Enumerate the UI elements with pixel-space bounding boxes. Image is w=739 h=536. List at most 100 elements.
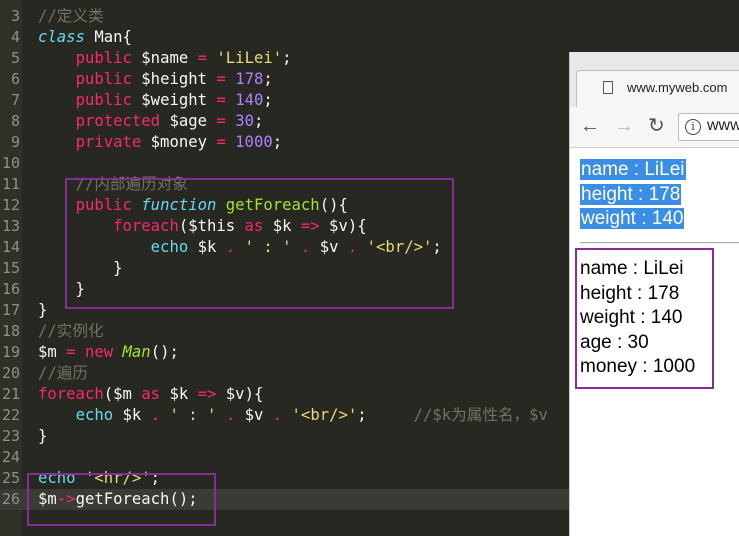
code-token: 30	[235, 112, 254, 130]
code-token: Man{	[84, 28, 132, 46]
code-text: class Man{	[38, 27, 132, 48]
horizontal-rule	[580, 242, 739, 244]
output-line: name : LiLei	[580, 258, 684, 279]
output-line: money : 1000	[580, 356, 696, 377]
code-token: as	[141, 385, 161, 403]
line-number: 16	[1, 280, 20, 298]
code-line[interactable]: 4 class Man{	[0, 27, 739, 48]
line-number: 13	[1, 217, 20, 235]
code-token: =	[197, 49, 208, 67]
output-line: name : LiLei	[580, 159, 686, 180]
code-token: public	[75, 91, 132, 109]
line-number: 22	[1, 406, 20, 424]
output-line: age : 30	[580, 331, 649, 353]
code-token: ' : '	[169, 406, 217, 424]
code-token: //定义类	[38, 7, 104, 25]
code-token: //实例化	[38, 322, 104, 340]
code-token: 1000	[235, 133, 273, 151]
browser-tab-bar: www.myweb.com	[570, 52, 739, 107]
line-number: 3	[10, 7, 20, 25]
browser-window: www.myweb.com ← → ↻ i www name : LiLei h…	[569, 52, 739, 536]
code-token: $age	[160, 112, 217, 130]
info-icon[interactable]: i	[685, 119, 701, 135]
output-line: weight : 140	[580, 307, 683, 328]
code-token: .	[225, 406, 236, 424]
browser-tab[interactable]: www.myweb.com	[576, 70, 739, 107]
code-token: public	[75, 70, 132, 88]
line-number: 26	[1, 490, 20, 508]
code-token: ($m	[103, 385, 142, 403]
code-token: $k	[160, 385, 198, 403]
code-text: //实例化	[38, 321, 104, 342]
line-number: 6	[10, 70, 20, 88]
code-text: }	[38, 426, 47, 447]
code-token: //遍历	[38, 364, 88, 382]
code-token: .	[272, 406, 283, 424]
code-token: class	[38, 28, 85, 46]
code-token: $weight	[131, 91, 217, 109]
page-content: name : LiLei height : 178 weight : 140 n…	[570, 148, 739, 536]
code-token: 'LiLei'	[216, 49, 283, 67]
code-token: =>	[197, 385, 217, 403]
code-token: $v	[235, 406, 273, 424]
code-token: =	[216, 133, 226, 151]
code-line[interactable]: 3 //定义类	[0, 6, 739, 27]
output-line: height : 178	[580, 183, 682, 205]
line-number: 8	[10, 112, 20, 130]
code-token: private	[75, 133, 142, 151]
code-token: ();	[150, 343, 179, 361]
line-number: 12	[1, 196, 20, 214]
code-token: '<br/>'	[291, 406, 358, 424]
line-number: 17	[1, 301, 20, 319]
code-token: protected	[75, 112, 161, 130]
code-token: ;	[263, 70, 273, 88]
output-line: height : 178	[580, 282, 680, 304]
line-number: 18	[1, 322, 20, 340]
code-text: foreach($m as $k => $v){	[38, 384, 263, 405]
output-line: weight : 140	[580, 208, 685, 229]
line-number: 21	[1, 385, 20, 403]
address-text: www	[707, 117, 739, 134]
highlight-box-call	[27, 473, 216, 526]
code-token: //$k为属性名，$v	[413, 406, 548, 424]
code-text: protected $age = 30;	[38, 111, 264, 132]
code-text: public $weight = 140;	[38, 90, 273, 111]
code-token: ;	[253, 112, 264, 130]
code-token: echo	[75, 406, 114, 424]
line-number: 4	[10, 28, 20, 46]
address-bar[interactable]: i www	[678, 113, 739, 141]
code-token: }	[38, 301, 48, 319]
line-number: 24	[1, 448, 20, 466]
code-token: ;	[282, 49, 292, 67]
code-token: 140	[235, 91, 264, 109]
code-text: public $height = 178;	[38, 69, 273, 90]
line-number: 10	[1, 154, 20, 172]
code-text: //遍历	[38, 363, 88, 384]
code-token: $v){	[216, 385, 264, 403]
highlight-box-method	[65, 178, 454, 309]
forward-arrow-icon[interactable]: →	[614, 115, 634, 137]
code-token: .	[150, 406, 161, 424]
code-token: new	[84, 343, 114, 361]
line-number: 23	[1, 427, 20, 445]
line-number: 15	[1, 259, 20, 277]
back-arrow-icon[interactable]: ←	[580, 115, 600, 137]
code-token: $name	[131, 49, 198, 67]
code-token: public	[75, 49, 132, 67]
code-token: =	[216, 112, 226, 130]
code-token: $m	[38, 343, 67, 361]
reload-icon[interactable]: ↻	[648, 115, 665, 137]
code-text: //定义类	[38, 6, 104, 27]
code-token: ;	[357, 406, 414, 424]
code-token: $k	[113, 406, 151, 424]
